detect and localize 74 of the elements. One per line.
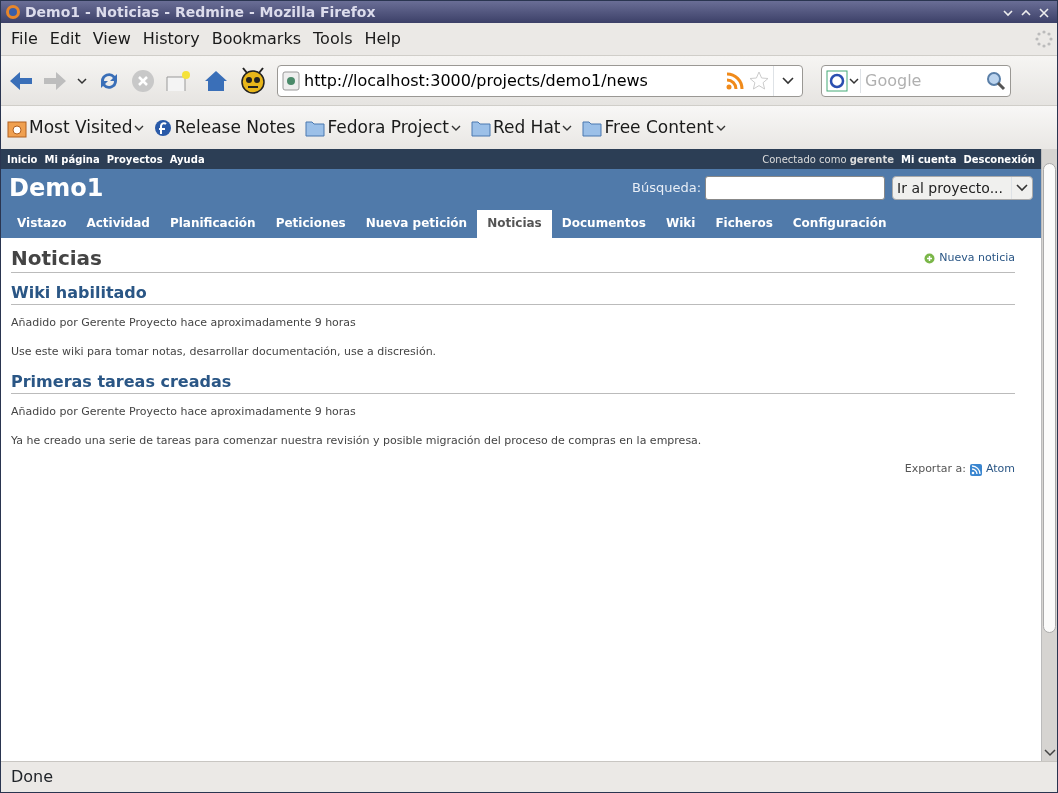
search-bar[interactable]: Google — [821, 64, 1011, 97]
logged-in-text: Conectado como gerente — [762, 152, 895, 167]
throbber-icon — [1035, 30, 1053, 48]
menu-item[interactable]: View — [86, 27, 137, 51]
address-bar[interactable]: http://localhost:3000/projects/demo1/news — [277, 64, 803, 97]
bee-face-icon[interactable] — [239, 66, 267, 95]
window-title: Demo1 - Noticias - Redmine - Mozilla Firefox — [25, 2, 376, 22]
search-field[interactable] — [705, 176, 886, 200]
project-jump-select[interactable]: Ir al proyecto... — [892, 176, 1033, 200]
folder-icon — [305, 118, 326, 137]
back-arrow-icon[interactable] — [9, 69, 33, 92]
search-label: Búsqueda: — [632, 179, 702, 198]
menu-item[interactable]: File — [5, 27, 44, 51]
status-text: Done — [11, 766, 54, 788]
atom-link[interactable]: Atom — [969, 461, 1015, 478]
scrollbar-thumb[interactable] — [1043, 163, 1056, 633]
bookmark-item[interactable]: Free Content — [582, 114, 726, 141]
bookmark-item[interactable]: Most Visited — [7, 114, 145, 141]
tab[interactable]: Configuración — [782, 210, 897, 238]
fedora-icon — [154, 118, 173, 137]
page-title: Noticias — [11, 246, 102, 270]
top-menu-link[interactable]: Proyectos — [106, 151, 163, 167]
tab[interactable]: Actividad — [76, 210, 160, 238]
tab[interactable]: Planificación — [159, 210, 266, 238]
new-news-link[interactable]: Nueva noticia — [924, 249, 1015, 267]
search-icon[interactable] — [986, 70, 1006, 91]
time-link[interactable]: aproximadamente 9 horas — [210, 316, 356, 330]
add-icon — [924, 252, 936, 264]
menu-item[interactable]: Tools — [307, 27, 359, 51]
news-title[interactable]: Wiki habilitado — [11, 283, 1015, 306]
top-menu-link[interactable]: Mi página — [44, 151, 100, 167]
tab[interactable]: Wiki — [655, 210, 706, 238]
maximize-icon[interactable] — [1021, 8, 1031, 17]
bookmark-item[interactable]: Fedora Project — [305, 114, 461, 141]
account-link[interactable]: Desconexión — [963, 151, 1035, 167]
minimize-icon[interactable] — [1003, 8, 1013, 17]
time-link[interactable]: aproximadamente 9 horas — [210, 405, 356, 419]
star-icon[interactable] — [749, 70, 769, 91]
home-icon[interactable] — [203, 68, 229, 93]
tab[interactable]: Vistazo — [7, 210, 77, 238]
export-label: Exportar a: — [904, 461, 966, 478]
bookmark-item[interactable]: Red Hat — [470, 114, 573, 141]
bookmark-item[interactable]: Release Notes — [154, 114, 296, 141]
menu-item[interactable]: Help — [358, 27, 407, 51]
page-icon — [282, 70, 300, 91]
news-meta: Añadido por Gerente Proyecto hace aproximadamente 9 horas — [11, 315, 357, 332]
tab[interactable]: Documentos — [551, 210, 656, 238]
dropdown-caret-icon[interactable] — [782, 76, 794, 85]
menu-item[interactable]: History — [136, 27, 206, 51]
history-dropdown-icon[interactable] — [77, 76, 87, 85]
top-menu-link[interactable]: Inicio — [7, 151, 38, 167]
news-title[interactable]: Primeras tareas creadas — [11, 372, 1015, 395]
caret-icon — [1016, 184, 1028, 192]
feed-icon — [969, 463, 982, 476]
news-meta: Añadido por Gerente Proyecto hace aproximadamente 9 horas — [11, 404, 357, 421]
author-link[interactable]: Gerente Proyecto — [81, 316, 177, 330]
folder-icon — [582, 118, 603, 137]
menu-item[interactable]: Bookmarks — [205, 27, 308, 51]
scrollbar[interactable] — [1041, 149, 1057, 761]
search-engine-icon[interactable] — [826, 68, 860, 93]
close-icon[interactable] — [1039, 7, 1049, 18]
top-menu-link[interactable]: Ayuda — [169, 151, 205, 167]
account-link[interactable]: Mi cuenta — [901, 151, 957, 167]
menu-item[interactable]: Edit — [43, 27, 87, 51]
news-summary: Use este wiki para tomar notas, desarrollar documentación, use a discresión. — [11, 343, 438, 360]
project-title: Demo1 — [9, 173, 104, 203]
news-summary: Ya he creado una serie de tareas para comenzar nuestra revisión y posible migración del proceso de compras en la empresa. — [11, 432, 703, 449]
folder-icon — [470, 118, 491, 137]
tab[interactable]: Ficheros — [705, 210, 783, 238]
rss-feed-icon[interactable] — [725, 70, 745, 91]
tab[interactable]: Nueva petición — [355, 210, 478, 238]
author-link[interactable]: Gerente Proyecto — [81, 405, 177, 419]
tab[interactable]: Peticiones — [265, 210, 356, 238]
tab[interactable]: Noticias — [477, 210, 552, 238]
